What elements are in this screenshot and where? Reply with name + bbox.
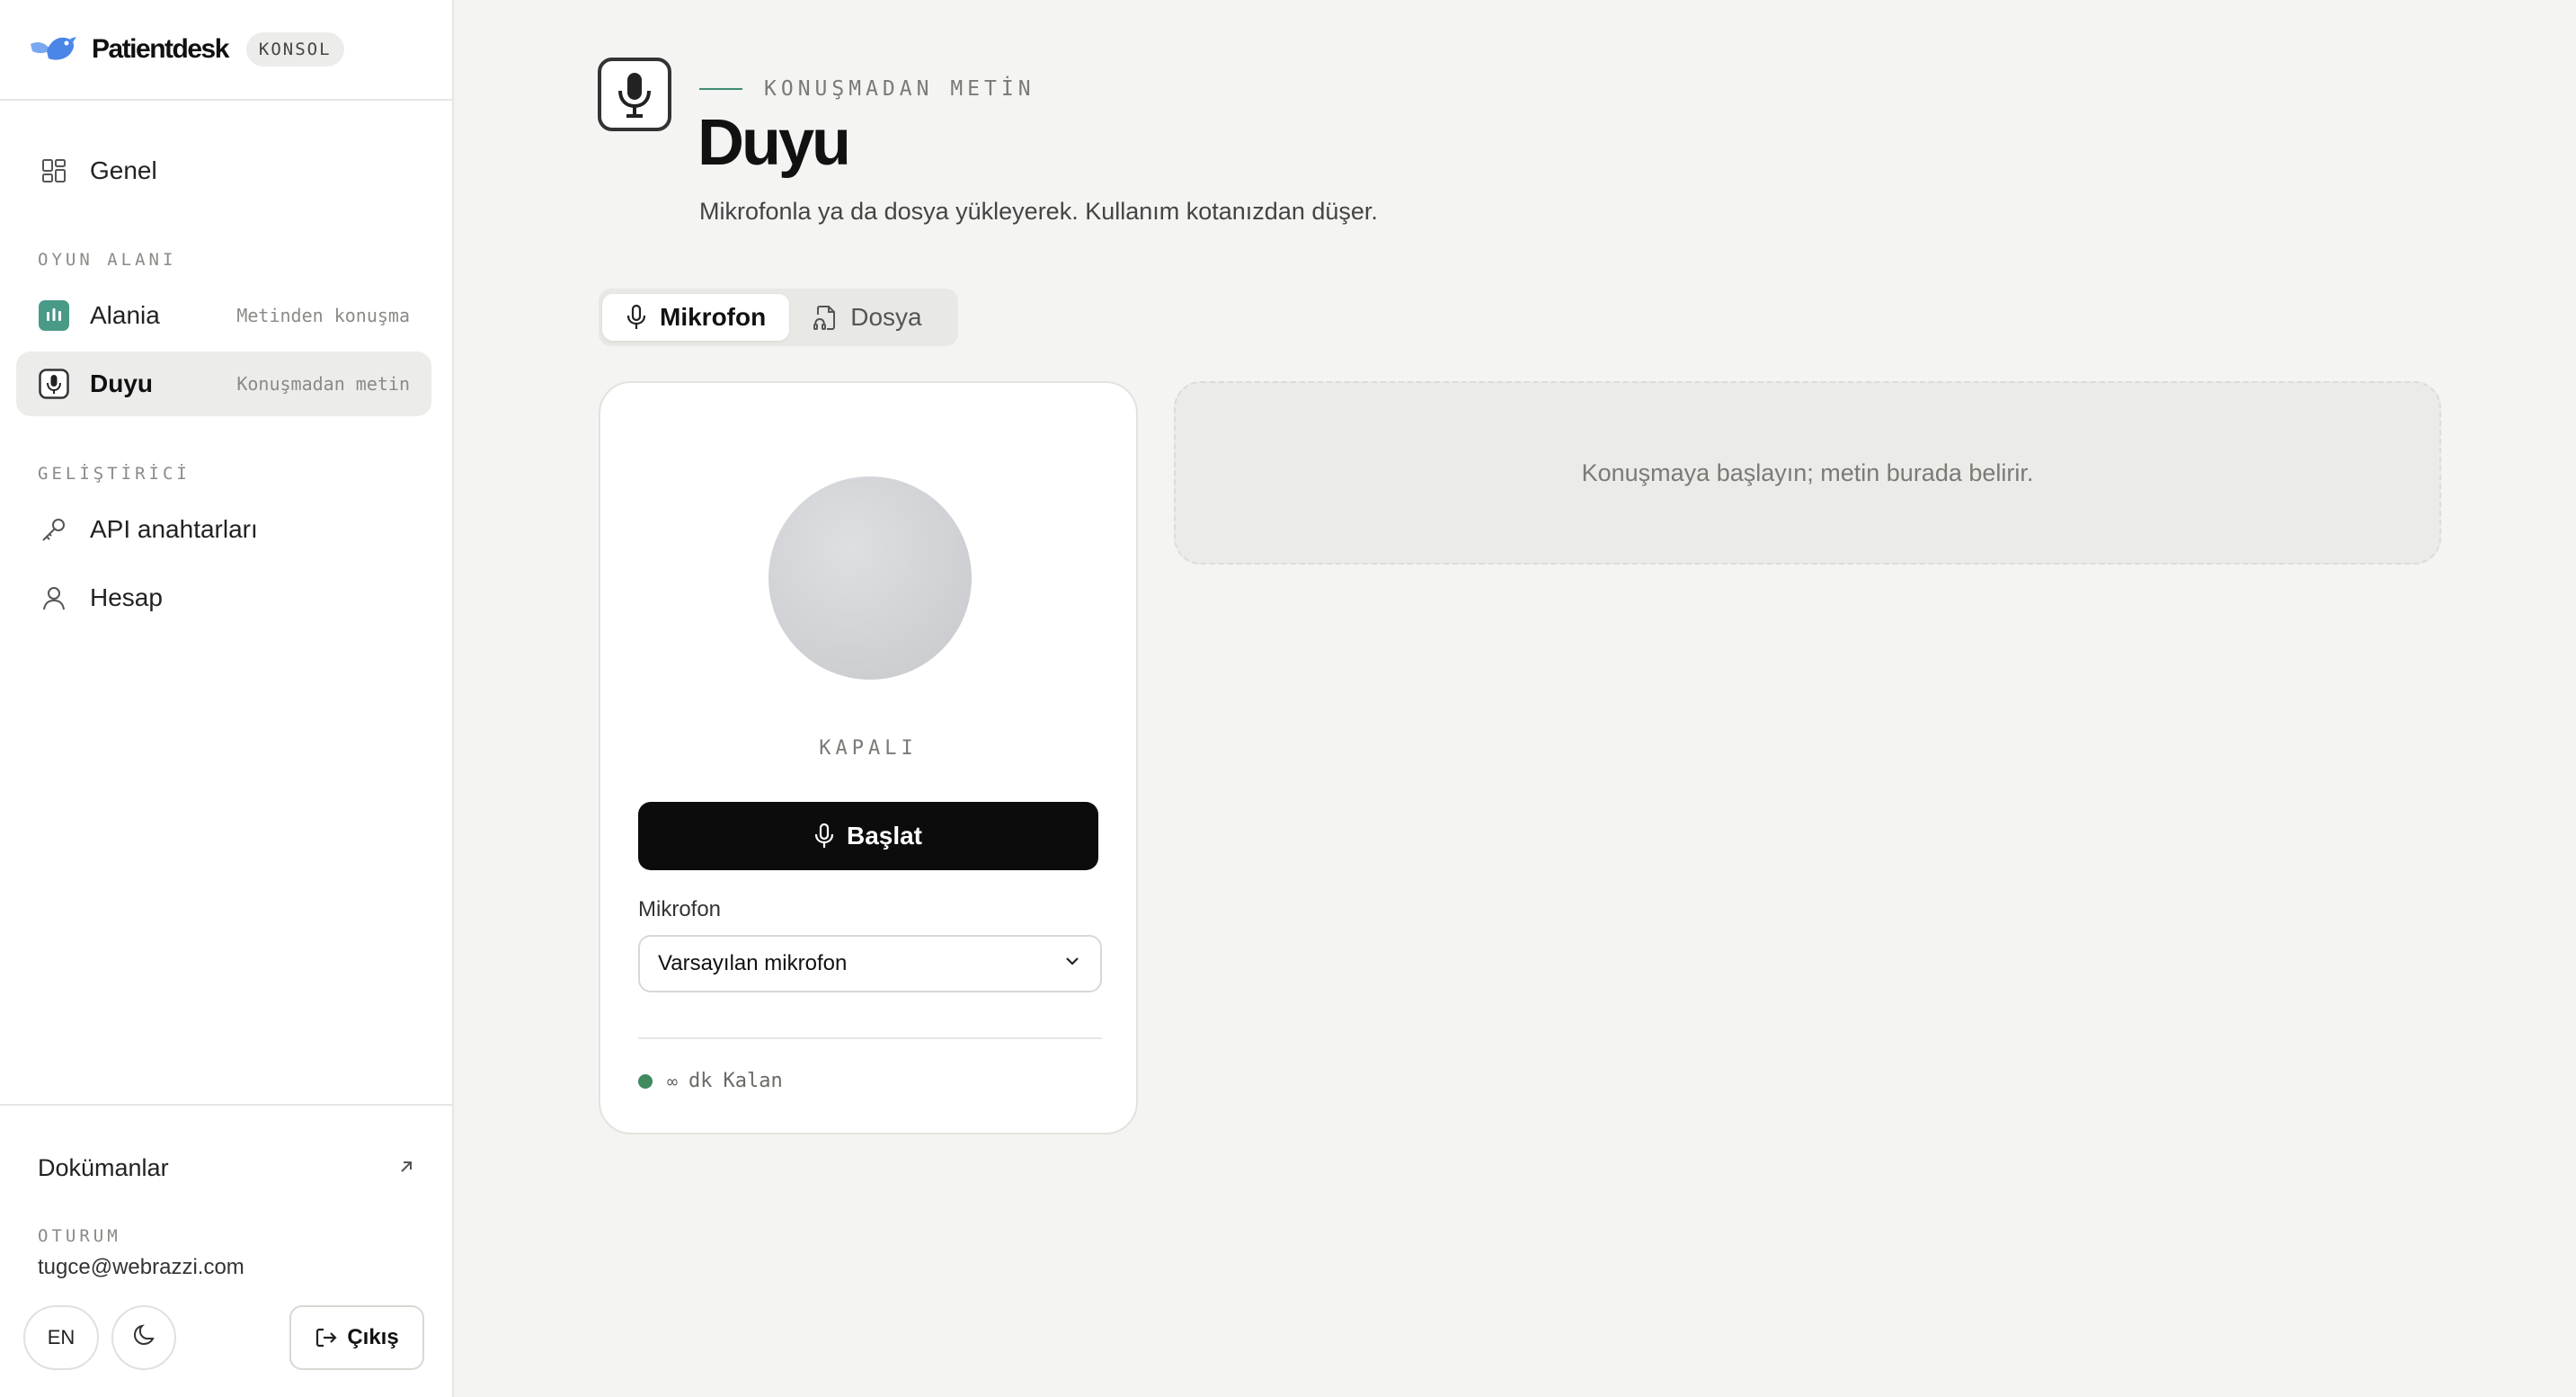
audio-bars-icon <box>38 299 70 332</box>
usage-quota: ∞ dk Kalan <box>638 1070 783 1092</box>
session-email: tugce@webrazzi.com <box>38 1255 244 1279</box>
tab-file[interactable]: Dosya <box>789 294 945 341</box>
user-icon <box>38 582 70 614</box>
grid-icon <box>38 155 70 187</box>
quota-label: Kalan <box>723 1070 783 1092</box>
sidebar-item-duyu[interactable]: Duyu Konuşmadan metin <box>16 351 431 416</box>
microphone-select[interactable]: Varsayılan mikrofon <box>638 935 1102 992</box>
quota-value: ∞ <box>667 1070 679 1092</box>
microphone-badge-icon <box>38 368 70 400</box>
tab-microphone[interactable]: Mikrofon <box>602 294 790 341</box>
input-mode-tabs: Mikrofon Dosya <box>599 289 958 346</box>
tab-label: Dosya <box>850 303 922 331</box>
tab-label: Mikrofon <box>660 303 767 331</box>
sidebar-item-general[interactable]: Genel <box>16 138 431 203</box>
sidebar: Patientdesk KONSOL Genel OYUN ALANI Alan… <box>0 0 454 1397</box>
microphone-panel: KAPALI Başlat Mikrofon Varsayılan mikrof… <box>599 381 1138 1135</box>
microphone-icon <box>814 823 834 850</box>
sidebar-item-label: Duyu <box>90 369 153 397</box>
language-toggle-button[interactable]: EN <box>23 1305 99 1370</box>
card-divider <box>638 1037 1102 1039</box>
session-label: OTURUM <box>38 1226 121 1246</box>
theme-toggle-button[interactable] <box>111 1305 176 1370</box>
sidebar-item-api-keys[interactable]: API anahtarları <box>16 497 431 562</box>
eyebrow-accent-line <box>699 88 742 90</box>
sidebar-item-label: Alania <box>90 301 160 329</box>
page-title: Duyu <box>697 107 851 179</box>
key-icon <box>38 513 70 546</box>
microphone-field-label: Mikrofon <box>638 897 722 921</box>
status-dot <box>638 1073 653 1089</box>
sidebar-item-label: Hesap <box>90 583 163 611</box>
bird-logo-icon[interactable] <box>29 31 77 67</box>
sidebar-item-alania[interactable]: Alania Metinden konuşma <box>16 283 431 348</box>
page-microphone-icon <box>598 58 671 131</box>
logout-button[interactable]: Çıkış <box>289 1305 424 1370</box>
microphone-icon <box>626 304 647 331</box>
section-label-developer: GELİŞTİRİCİ <box>38 464 191 484</box>
brand-name[interactable]: Patientdesk <box>92 34 229 65</box>
section-label-playground: OYUN ALANI <box>38 250 177 270</box>
recording-status: KAPALI <box>819 737 918 760</box>
page-eyebrow: KONUŞMADAN METİN <box>699 77 1035 101</box>
sidebar-item-hint: Konuşmadan metin <box>236 373 410 395</box>
docs-link[interactable]: Dokümanlar <box>38 1154 415 1182</box>
docs-link-label: Dokümanlar <box>38 1154 169 1181</box>
brand: Patientdesk KONSOL <box>0 0 452 101</box>
start-recording-button[interactable]: Başlat <box>638 802 1098 870</box>
microphone-select-value: Varsayılan mikrofon <box>658 951 848 975</box>
external-link-icon <box>397 1154 415 1182</box>
sidebar-footer: Dokümanlar OTURUM tugce@webrazzi.com EN <box>0 1104 452 1397</box>
console-badge: KONSOL <box>245 32 344 67</box>
voice-level-orb <box>768 476 972 680</box>
start-button-label: Başlat <box>846 822 923 850</box>
sidebar-item-label: Genel <box>90 156 157 184</box>
sidebar-item-label: API anahtarları <box>90 515 258 543</box>
language-toggle-label: EN <box>47 1326 76 1348</box>
sidebar-item-account[interactable]: Hesap <box>16 565 431 630</box>
logout-icon <box>315 1326 338 1349</box>
audio-file-icon <box>813 304 838 331</box>
chevron-down-icon <box>1062 951 1082 977</box>
quota-unit: dk <box>688 1070 713 1092</box>
transcript-panel: Konuşmaya başlayın; metin burada belirir… <box>1174 381 2441 565</box>
moon-icon <box>131 1322 156 1353</box>
transcript-placeholder: Konuşmaya başlayın; metin burada belirir… <box>1581 458 2034 486</box>
logout-label: Çıkış <box>347 1325 399 1349</box>
page-subtitle: Mikrofonla ya da dosya yükleyerek. Kulla… <box>699 198 1378 225</box>
eyebrow-text: KONUŞMADAN METİN <box>764 77 1035 101</box>
sidebar-item-hint: Metinden konuşma <box>236 305 410 326</box>
